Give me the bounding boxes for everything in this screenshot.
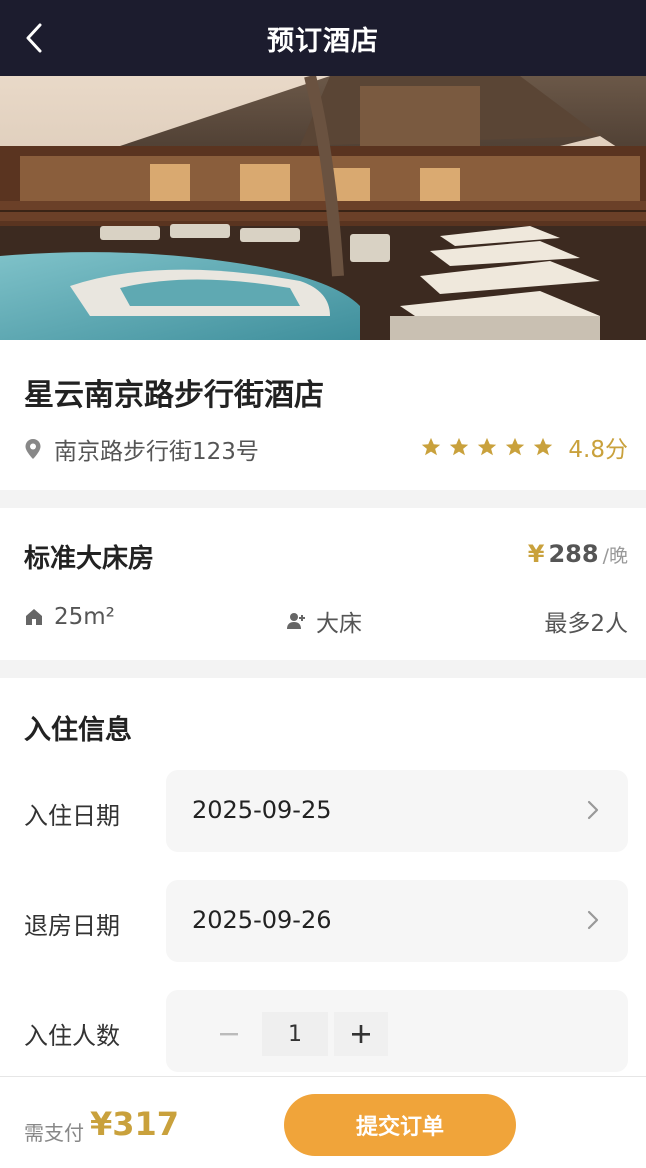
pay-label: 需支付 xyxy=(24,1121,84,1145)
chevron-left-icon xyxy=(26,23,42,53)
room-name: 标准大床房 xyxy=(24,544,155,574)
star-rating xyxy=(420,436,560,458)
checkout-date-value: 2025-09-26 xyxy=(192,906,332,934)
section-title: 入住信息 xyxy=(24,715,132,746)
chevron-right-icon xyxy=(587,910,599,930)
location-pin-icon xyxy=(25,439,41,459)
star-icon xyxy=(534,437,553,456)
hotel-address: 南京路步行街123号 xyxy=(54,439,259,465)
hotel-card: 星云南京路步行街酒店 南京路步行街123号 4.8分 xyxy=(0,340,646,490)
room-max-guests: 最多2人 xyxy=(544,611,628,637)
checkout-date-picker[interactable]: 2025-09-26 xyxy=(166,880,628,962)
guest-count[interactable]: 1 xyxy=(262,1012,328,1056)
page-title: 预订酒店 xyxy=(267,25,379,57)
submit-order-button[interactable]: 提交订单 xyxy=(284,1094,516,1156)
home-icon xyxy=(26,609,42,625)
checkout-date-row: 退房日期 2025-09-26 xyxy=(24,880,628,962)
room-card: 标准大床房 ¥ 288 /晚 25m² 大床 最多2人 xyxy=(0,508,646,660)
address-row: 南京路步行街123号 xyxy=(24,432,259,466)
pay-amount: ¥317 xyxy=(90,1105,180,1143)
decrease-button[interactable] xyxy=(202,1012,256,1056)
plus-icon xyxy=(352,1025,370,1043)
increase-button[interactable] xyxy=(334,1012,388,1056)
guests-field: 1 xyxy=(166,990,628,1072)
room-area-value: 25m² xyxy=(54,604,115,630)
room-bed-value: 大床 xyxy=(316,611,362,637)
room-attributes: 25m² 大床 最多2人 xyxy=(24,604,628,644)
person-add-icon xyxy=(287,613,305,629)
room-price: ¥ 288 /晚 xyxy=(528,540,628,568)
back-button[interactable] xyxy=(14,18,54,58)
guest-stepper: 1 xyxy=(202,1012,388,1056)
minus-icon xyxy=(220,1033,238,1036)
price-amount: 288 xyxy=(548,540,599,568)
checkin-date-picker[interactable]: 2025-09-25 xyxy=(166,770,628,852)
hotel-name: 星云南京路步行街酒店 xyxy=(24,378,324,413)
guests-row: 入住人数 1 xyxy=(24,990,628,1072)
star-icon xyxy=(506,437,525,456)
bottom-bar: 需支付 ¥317 提交订单 xyxy=(0,1076,646,1168)
checkout-date-label: 退房日期 xyxy=(24,912,120,940)
price-unit: /晚 xyxy=(602,545,628,567)
star-icon xyxy=(422,437,441,456)
hotel-photo xyxy=(0,76,646,340)
checkin-date-label: 入住日期 xyxy=(24,802,120,830)
app-header: 预订酒店 xyxy=(0,0,646,76)
star-icon xyxy=(478,437,497,456)
rating-score: 4.8分 xyxy=(568,437,628,463)
room-area: 25m² xyxy=(24,604,115,630)
checkin-date-value: 2025-09-25 xyxy=(192,796,332,824)
checkin-section: 入住信息 入住日期 2025-09-25 退房日期 2025-09-26 入住人… xyxy=(0,678,646,1078)
price-currency: ¥ xyxy=(527,540,545,568)
room-bed: 大床 xyxy=(286,604,362,638)
rating-row: 4.8分 xyxy=(420,430,628,464)
checkin-date-row: 入住日期 2025-09-25 xyxy=(24,770,628,852)
guests-label: 入住人数 xyxy=(24,1022,120,1050)
chevron-right-icon xyxy=(587,800,599,820)
star-icon xyxy=(450,437,469,456)
